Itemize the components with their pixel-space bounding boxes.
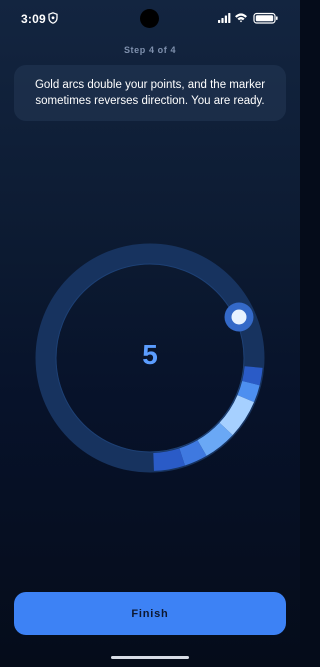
status-icons bbox=[218, 12, 278, 24]
target-arcs bbox=[153, 366, 263, 471]
score-value: 5 bbox=[142, 339, 158, 370]
target-arc-segment bbox=[242, 366, 263, 386]
target-arc-segment bbox=[237, 380, 260, 403]
shield-icon bbox=[48, 12, 58, 24]
status-time: 3:09 bbox=[21, 12, 46, 26]
signal-icon bbox=[218, 13, 231, 23]
step-indicator: Step 4 of 4 bbox=[123, 45, 177, 55]
home-indicator bbox=[111, 656, 189, 659]
status-bar: 3:09 bbox=[0, 0, 300, 34]
battery-icon bbox=[253, 12, 278, 24]
finish-button[interactable]: Finish bbox=[14, 592, 286, 635]
front-camera bbox=[140, 9, 159, 28]
target-arc-segment bbox=[153, 448, 185, 471]
target-arc-segment bbox=[179, 440, 207, 466]
instruction-text: Gold arcs double your points, and the ma… bbox=[34, 79, 266, 107]
instruction-card: Gold arcs double your points, and the ma… bbox=[14, 65, 286, 121]
wifi-icon bbox=[235, 13, 247, 23]
marker bbox=[231, 309, 247, 325]
onboarding-screen: 3:09 Step 4 of 4 Gold arcs double your p… bbox=[0, 0, 300, 667]
